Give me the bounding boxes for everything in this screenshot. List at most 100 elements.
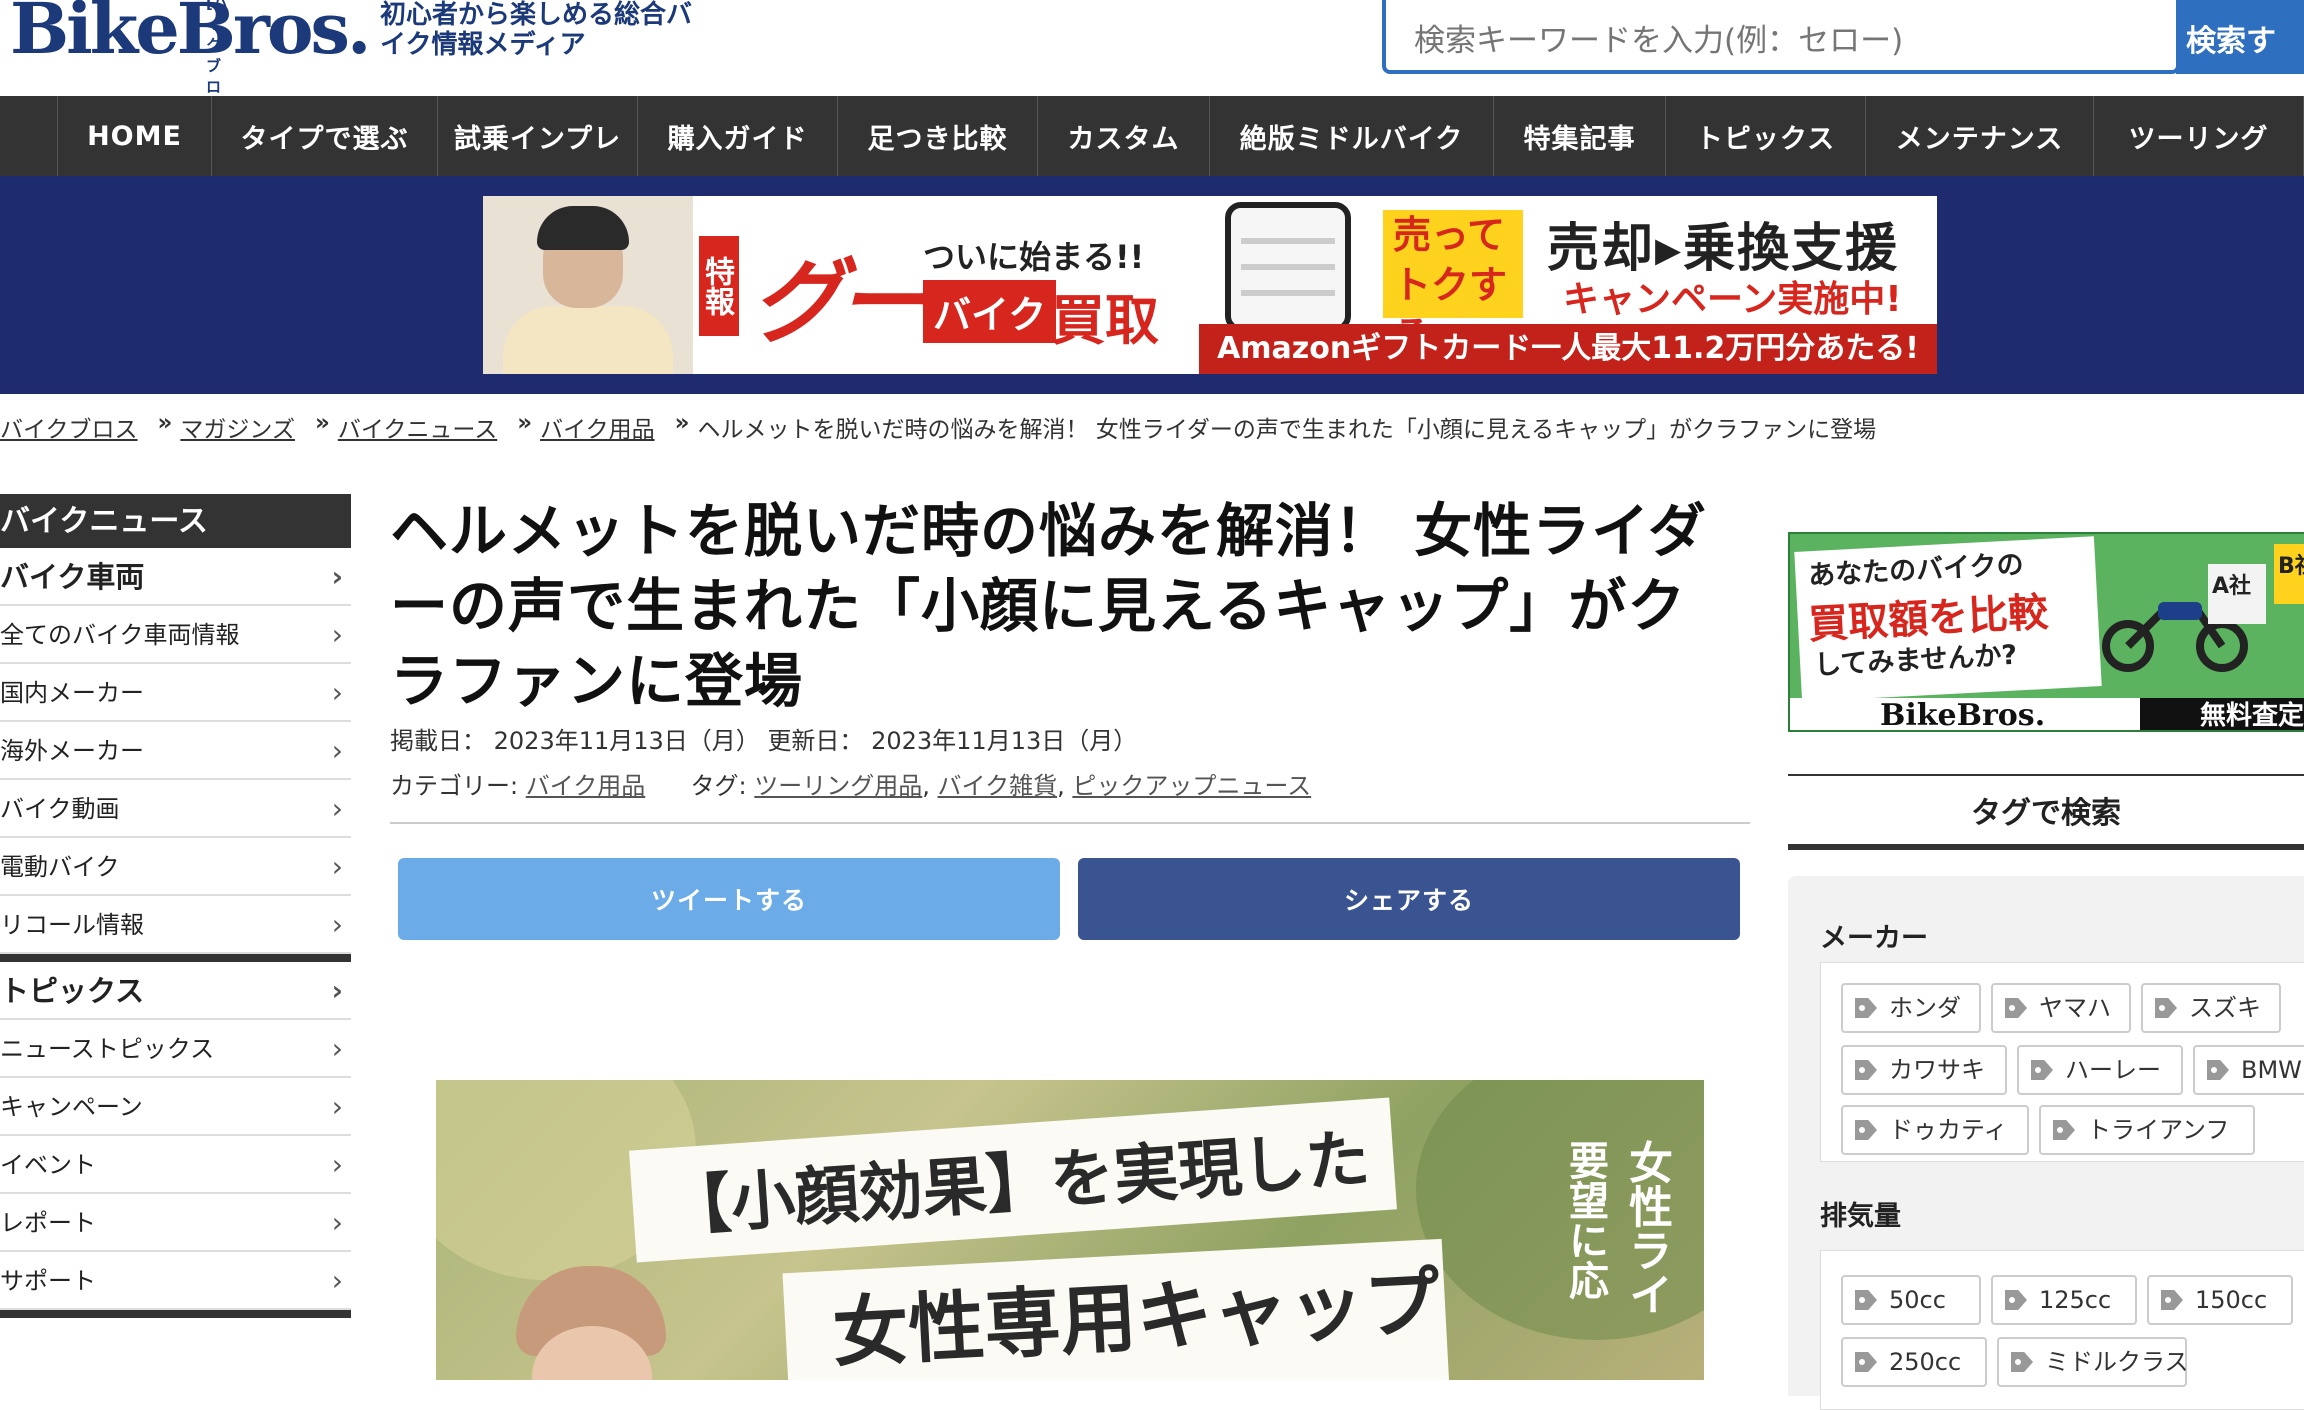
tag-search-title: タグで検索 xyxy=(1971,796,2121,831)
nav-item-topics[interactable]: トピックス xyxy=(1666,96,1866,176)
category-label: カテゴリー: xyxy=(390,772,519,800)
updated-date: 2023年11月13日（月） xyxy=(871,727,1138,755)
tag-ducati[interactable]: ドゥカティ xyxy=(1841,1105,2029,1155)
sidebar-item-label: バイク動画 xyxy=(0,795,120,823)
breadcrumb-link-bike-news[interactable]: バイクニュース xyxy=(338,410,497,444)
sidebar-item-bike-videos[interactable]: バイク動画 › xyxy=(0,780,351,838)
nav-item-custom[interactable]: カスタム xyxy=(1038,96,1210,176)
promo-bike-label: バイク xyxy=(923,280,1057,343)
search-button[interactable]: 検索す xyxy=(2176,0,2304,74)
promo-kaitori-text: 買取 xyxy=(1051,289,1159,352)
promo-goo-logo: グー xyxy=(751,249,929,356)
chevron-right-icon: › xyxy=(331,618,343,651)
sidebar-item-label: 海外メーカー xyxy=(0,737,144,765)
site-header: BikeBros. [バイクブロス] 初心者から楽しめる総合バイク情報メディア … xyxy=(0,0,2304,117)
hero-vertical-text-2: 要望に応 xyxy=(1562,1140,1608,1300)
sidebar-item-events[interactable]: イベント › xyxy=(0,1136,351,1194)
tag-middle-class[interactable]: ミドルクラス xyxy=(1997,1337,2189,1387)
chevron-right-icon: › xyxy=(331,1206,343,1239)
nav-item-type[interactable]: タイプで選ぶ xyxy=(212,96,438,176)
tag-icon xyxy=(1855,1120,1877,1140)
hero-vertical-text-1: 女性ライ xyxy=(1621,1140,1672,1316)
sidebar-item-reports[interactable]: レポート › xyxy=(0,1194,351,1252)
sidebar-item-label: サポート xyxy=(0,1267,96,1295)
article-divider xyxy=(390,822,1750,824)
category-link[interactable]: バイク用品 xyxy=(526,772,646,800)
sidebar-item-label: 全てのバイク車両情報 xyxy=(0,621,240,649)
tag-link[interactable]: バイク雑貨 xyxy=(938,772,1058,800)
tag-150cc[interactable]: 150cc xyxy=(2147,1275,2293,1325)
chevron-right-icon: › xyxy=(331,676,343,709)
tag-label: 150cc xyxy=(2195,1286,2268,1314)
sidebar-item-recalls[interactable]: リコール情報 › xyxy=(0,896,351,954)
article: ヘルメットを脱いだ時の悩みを解消！ 女性ライダーの声で生まれた「小顔に見えるキャ… xyxy=(390,494,1750,1380)
tag-label: ヤマハ xyxy=(2039,994,2111,1022)
nav-item-touring[interactable]: ツーリング xyxy=(2094,96,2304,176)
site-tagline: 初心者から楽しめる総合バイク情報メディア xyxy=(380,0,693,60)
nav-item-classic-middle[interactable]: 絶版ミドルバイク xyxy=(1210,96,1494,176)
ad-badge-a: A社 xyxy=(2208,564,2266,624)
sidebar-item-campaigns[interactable]: キャンペーン › xyxy=(0,1078,351,1136)
tag-triumph[interactable]: トライアンフ xyxy=(2039,1105,2255,1155)
facebook-share-button[interactable]: シェアする xyxy=(1078,858,1740,940)
nav-item-buying-guide[interactable]: 購入ガイド xyxy=(638,96,838,176)
sidebar-item-topics[interactable]: トピックス › xyxy=(0,962,351,1020)
nav-item-features[interactable]: 特集記事 xyxy=(1494,96,1666,176)
search-box xyxy=(1382,0,2180,74)
tag-label: スズキ xyxy=(2189,994,2261,1022)
buyback-compare-ad[interactable]: A社 B社 あなたのバイクの 買取額を比較 してみませんか? BikeBros.… xyxy=(1788,532,2304,732)
tag-label: 50cc xyxy=(1889,1286,1946,1314)
tag-link[interactable]: ピックアップニュース xyxy=(1072,772,1311,800)
updated-label: 更新日： xyxy=(767,727,864,755)
sidebar-item-bike-vehicles[interactable]: バイク車両 › xyxy=(0,548,351,606)
chevron-right-icon: › xyxy=(331,1090,343,1123)
sidebar-item-news-topics[interactable]: ニューストピックス › xyxy=(0,1020,351,1078)
tag-link[interactable]: ツーリング用品 xyxy=(754,772,922,800)
sidebar-item-label: リコール情報 xyxy=(0,911,144,939)
tag-125cc[interactable]: 125cc xyxy=(1991,1275,2137,1325)
sidebar-item-support[interactable]: サポート › xyxy=(0,1252,351,1310)
nav-item-home[interactable]: HOME xyxy=(58,96,212,176)
breadcrumb-link-bikebros[interactable]: バイクブロス xyxy=(0,410,138,444)
sidebar-item-domestic-makers[interactable]: 国内メーカー › xyxy=(0,664,351,722)
article-meta: カテゴリー: バイク用品 タグ: ツーリング用品, バイク雑貨, ピックアップニ… xyxy=(390,772,1312,800)
tag-250cc[interactable]: 250cc xyxy=(1841,1337,1987,1387)
logo-text[interactable]: BikeBros. xyxy=(10,0,371,64)
sidebar-item-label: 国内メーカー xyxy=(0,679,144,707)
nav-item-footing[interactable]: 足つき比較 xyxy=(838,96,1038,176)
promo-amazon-strip: Amazonギフトカード一人最大11.2万円分あたる! xyxy=(1199,324,1937,374)
promo-tsuini-text: ついに始まる!! xyxy=(923,238,1145,276)
tag-suzuki[interactable]: スズキ xyxy=(2141,983,2281,1033)
chevron-right-icon: › xyxy=(331,1264,343,1297)
breadcrumb-link-bike-goods[interactable]: バイク用品 xyxy=(540,410,655,444)
breadcrumb-link-magazines[interactable]: マガジンズ xyxy=(180,410,295,444)
tweet-button[interactable]: ツイートする xyxy=(398,858,1060,940)
sidebar-heading[interactable]: バイクニュース xyxy=(0,494,351,548)
tag-yamaha[interactable]: ヤマハ xyxy=(1991,983,2131,1033)
sidebar-item-electric-bikes[interactable]: 電動バイク › xyxy=(0,838,351,896)
tag-50cc[interactable]: 50cc xyxy=(1841,1275,1981,1325)
nav-item-maintenance[interactable]: メンテナンス xyxy=(1866,96,2094,176)
chevron-right-icon: › xyxy=(331,1032,343,1065)
ad-free-appraisal: 無料査定 xyxy=(2140,698,2304,730)
sidebar-item-label: トピックス xyxy=(0,974,145,1008)
tags-label: タグ: xyxy=(690,772,747,800)
tag-bmw[interactable]: BMW xyxy=(2193,1045,2304,1095)
tag-search-rule xyxy=(1788,774,2304,776)
tag-label: BMW xyxy=(2241,1056,2302,1084)
sidebar-item-foreign-makers[interactable]: 海外メーカー › xyxy=(0,722,351,780)
sidebar-item-label: バイク車両 xyxy=(0,560,145,594)
search-input[interactable] xyxy=(1386,0,2176,70)
sidebar-item-all-vehicles[interactable]: 全てのバイク車両情報 › xyxy=(0,606,351,664)
chevron-right-icon: › xyxy=(331,1148,343,1181)
tag-honda[interactable]: ホンダ xyxy=(1841,983,1981,1033)
goo-bike-promo-banner[interactable]: 特報 グー ついに始まる!! バイク 買取 売って トクする 売却▸乗換支援 キ… xyxy=(483,196,1937,374)
promo-uritte-text: 売って トクする xyxy=(1383,210,1523,357)
tag-harley[interactable]: ハーレー xyxy=(2017,1045,2183,1095)
tag-kawasaki[interactable]: カワサキ xyxy=(1841,1045,2007,1095)
sidebar-divider xyxy=(0,1310,351,1318)
sidebar-item-label: レポート xyxy=(0,1209,96,1237)
nav-item-impression[interactable]: 試乗インプレ xyxy=(438,96,638,176)
breadcrumb: バイクブロス » マガジンズ » バイクニュース » バイク用品 » ヘルメット… xyxy=(0,410,1876,444)
tag-icon xyxy=(2155,998,2177,1018)
